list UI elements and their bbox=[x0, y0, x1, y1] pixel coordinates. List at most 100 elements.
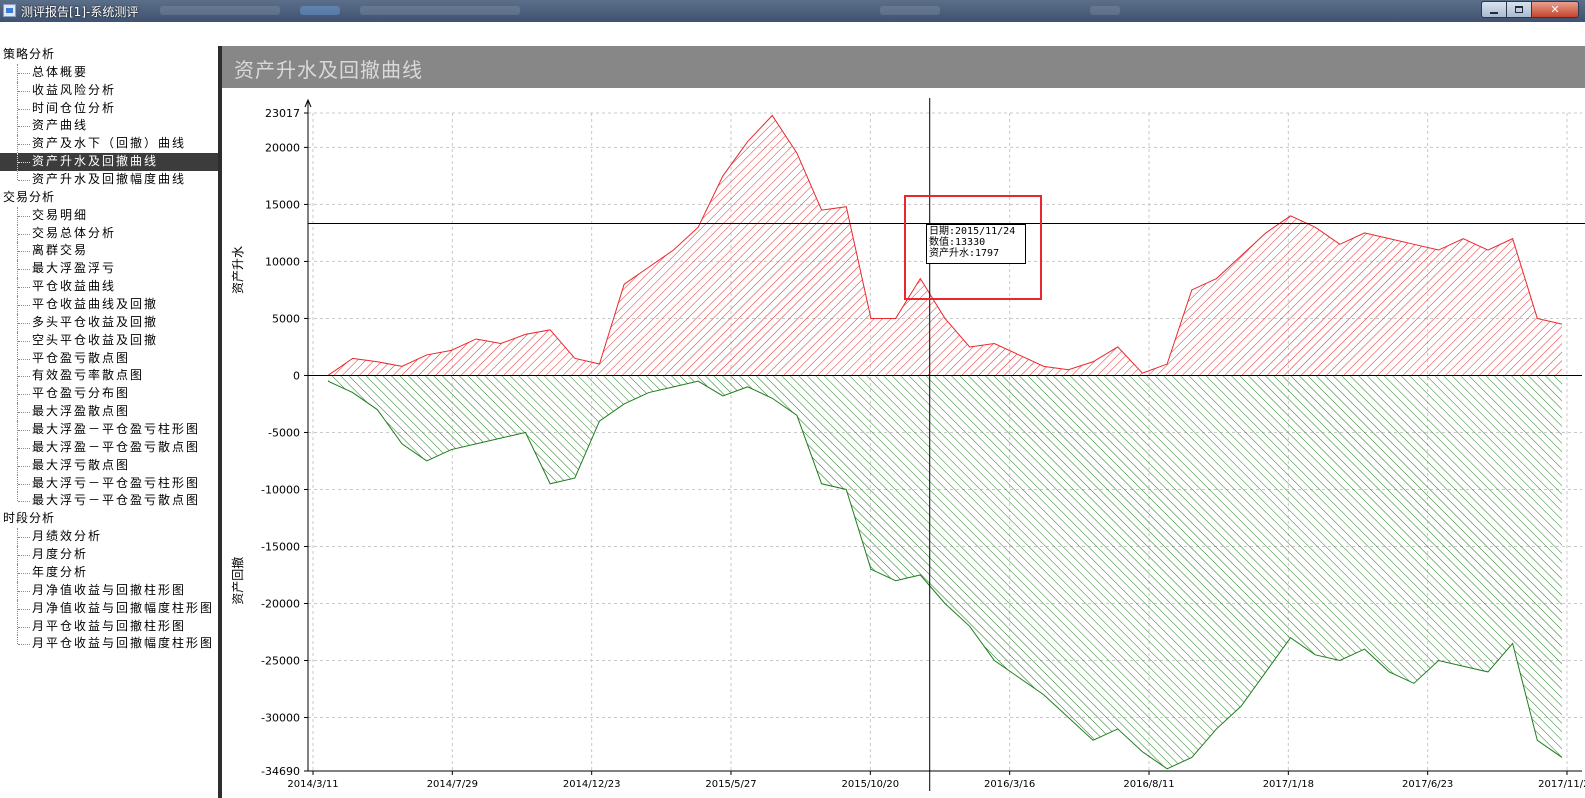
tree-item[interactable]: 平仓盈亏散点图 bbox=[0, 349, 218, 368]
tree-item[interactable]: 最大浮亏－平仓盈亏柱形图 bbox=[0, 474, 218, 493]
tree-item[interactable]: 交易总体分析 bbox=[0, 224, 218, 243]
tree-item[interactable]: 月绩效分析 bbox=[0, 528, 218, 547]
tree-connector bbox=[17, 385, 30, 404]
tree-connector bbox=[17, 153, 30, 172]
tree-item[interactable]: 最大浮盈－平仓盈亏柱形图 bbox=[0, 421, 218, 439]
tree-label: 交易总体分析 bbox=[32, 225, 117, 240]
tree-item[interactable]: 最大浮亏－平仓盈亏散点图 bbox=[0, 492, 218, 510]
tree-item[interactable]: 月净值收益与回撤幅度柱形图 bbox=[0, 599, 218, 618]
y-axis-label-drawdown: 资产回撤 bbox=[230, 557, 245, 605]
panel-header: 资产升水及回撤曲线 bbox=[222, 46, 1585, 88]
tree-label: 最大浮盈散点图 bbox=[32, 404, 131, 419]
tree-connector bbox=[17, 599, 30, 618]
x-tick-label: 2017/11/28 bbox=[1538, 779, 1585, 790]
y-tick-label: 20000 bbox=[265, 141, 300, 154]
close-button[interactable]: ✕ bbox=[1531, 1, 1579, 18]
tree-connector bbox=[17, 331, 30, 350]
minimize-button[interactable] bbox=[1481, 1, 1507, 18]
tree-item[interactable]: 最大浮盈散点图 bbox=[0, 403, 218, 422]
tree-item[interactable]: 交易明细 bbox=[0, 206, 218, 225]
y-tick-label: -34690 bbox=[261, 765, 300, 778]
x-tick-label: 2016/8/11 bbox=[1123, 779, 1174, 790]
tree-label: 交易分析 bbox=[3, 189, 56, 204]
tree-connector bbox=[17, 367, 30, 386]
tree-group[interactable]: 时段分析 bbox=[0, 510, 218, 528]
maximize-icon bbox=[1515, 6, 1523, 13]
y-tick-label: -30000 bbox=[261, 712, 300, 725]
close-icon: ✕ bbox=[1550, 3, 1560, 16]
tree-label: 最大浮亏－平仓盈亏散点图 bbox=[32, 493, 201, 508]
y-tick-label: 23017 bbox=[265, 107, 300, 120]
x-tick-label: 2015/10/20 bbox=[842, 779, 900, 790]
tree-item[interactable]: 离群交易 bbox=[0, 242, 218, 261]
tree-connector bbox=[17, 313, 30, 332]
tree-item[interactable]: 最大浮亏散点图 bbox=[0, 456, 218, 475]
tree-item[interactable]: 平仓收益曲线及回撤 bbox=[0, 296, 218, 314]
tree-label: 有效盈亏率散点图 bbox=[32, 368, 145, 383]
window-titlebar[interactable]: 测评报告[1]-系统测评 ✕ bbox=[0, 0, 1585, 22]
x-tick-label: 2017/1/18 bbox=[1263, 779, 1314, 790]
tree-label: 资产升水及回撤曲线 bbox=[32, 154, 159, 169]
x-tick-label: 2014/12/23 bbox=[563, 779, 621, 790]
tree-label: 策略分析 bbox=[3, 47, 56, 61]
y-tick-label: -5000 bbox=[268, 426, 300, 439]
app-icon bbox=[3, 4, 16, 17]
maximize-button[interactable] bbox=[1506, 1, 1532, 18]
window-title: 测评报告[1]-系统测评 bbox=[21, 5, 139, 19]
tree-item[interactable]: 平仓盈亏分布图 bbox=[0, 385, 218, 404]
tree-item[interactable]: 多头平仓收益及回撤 bbox=[0, 313, 218, 332]
x-tick-label: 2016/3/16 bbox=[984, 779, 1035, 790]
tree-item[interactable]: 年度分析 bbox=[0, 563, 218, 582]
tree-label: 月平仓收益与回撤柱形图 bbox=[32, 618, 187, 633]
tree-label: 月绩效分析 bbox=[32, 529, 103, 544]
tree-item[interactable]: 总体概要 bbox=[0, 63, 218, 82]
tree-label: 最大浮亏－平仓盈亏柱形图 bbox=[32, 475, 201, 490]
tree-item[interactable]: 最大浮盈浮亏 bbox=[0, 260, 218, 279]
y-tick-label: 0 bbox=[293, 369, 300, 382]
tree-label: 离群交易 bbox=[32, 243, 89, 258]
tree-item[interactable]: 资产曲线 bbox=[0, 117, 218, 136]
tree-connector bbox=[17, 278, 30, 297]
tooltip-value: 数值:13330 bbox=[929, 237, 986, 248]
tree-label: 时间仓位分析 bbox=[32, 100, 117, 115]
tree-connector bbox=[17, 528, 30, 547]
tree-item[interactable]: 时间仓位分析 bbox=[0, 99, 218, 118]
minimize-icon bbox=[1490, 11, 1498, 14]
tree-item[interactable]: 平仓收益曲线 bbox=[0, 278, 218, 297]
tree-item[interactable]: 资产升水及回撤曲线 bbox=[0, 153, 218, 172]
tree-connector bbox=[17, 63, 30, 82]
tree-connector bbox=[17, 349, 30, 368]
tree-label: 平仓收益曲线及回撤 bbox=[32, 297, 159, 312]
tree-connector bbox=[17, 206, 30, 225]
tree-connector bbox=[17, 617, 30, 636]
tree-item[interactable]: 最大浮盈－平仓盈亏散点图 bbox=[0, 438, 218, 457]
tree-group[interactable]: 交易分析 bbox=[0, 189, 218, 207]
data-tooltip: 日期:2015/11/24 数值:13330 资产升水:1797 bbox=[926, 224, 1026, 264]
tree-label: 空头平仓收益及回撤 bbox=[32, 332, 159, 347]
tree-group[interactable]: 策略分析 bbox=[0, 46, 218, 64]
tree-connector bbox=[17, 438, 30, 457]
tree-item[interactable]: 空头平仓收益及回撤 bbox=[0, 331, 218, 350]
tree-label: 月平仓收益与回撤幅度柱形图 bbox=[32, 636, 215, 651]
panel-title: 资产升水及回撤曲线 bbox=[234, 58, 423, 82]
tree-item[interactable]: 有效盈亏率散点图 bbox=[0, 367, 218, 386]
tree-label: 最大浮盈浮亏 bbox=[32, 261, 117, 276]
x-tick-label: 2015/5/27 bbox=[705, 779, 756, 790]
tree-connector bbox=[17, 403, 30, 422]
tree-item[interactable]: 资产及水下（回撤）曲线 bbox=[0, 135, 218, 154]
tree-item[interactable]: 月度分析 bbox=[0, 546, 218, 564]
tree-connector bbox=[17, 117, 30, 136]
tree-item[interactable]: 月净值收益与回撤柱形图 bbox=[0, 581, 218, 600]
tree-label: 时段分析 bbox=[3, 511, 56, 526]
tree-connector bbox=[17, 296, 30, 314]
tree-item[interactable]: 月平仓收益与回撤幅度柱形图 bbox=[0, 635, 218, 653]
tree-item[interactable]: 收益风险分析 bbox=[0, 81, 218, 100]
tree-item[interactable]: 月平仓收益与回撤柱形图 bbox=[0, 617, 218, 636]
tree-label: 平仓盈亏散点图 bbox=[32, 350, 131, 365]
tree-connector bbox=[17, 135, 30, 154]
tree-item[interactable]: 资产升水及回撤幅度曲线 bbox=[0, 171, 218, 189]
tree-label: 资产升水及回撤幅度曲线 bbox=[32, 172, 187, 187]
tree-label: 月净值收益与回撤幅度柱形图 bbox=[32, 600, 215, 615]
tree-connector bbox=[17, 635, 30, 646]
tree-label: 月净值收益与回撤柱形图 bbox=[32, 582, 187, 597]
